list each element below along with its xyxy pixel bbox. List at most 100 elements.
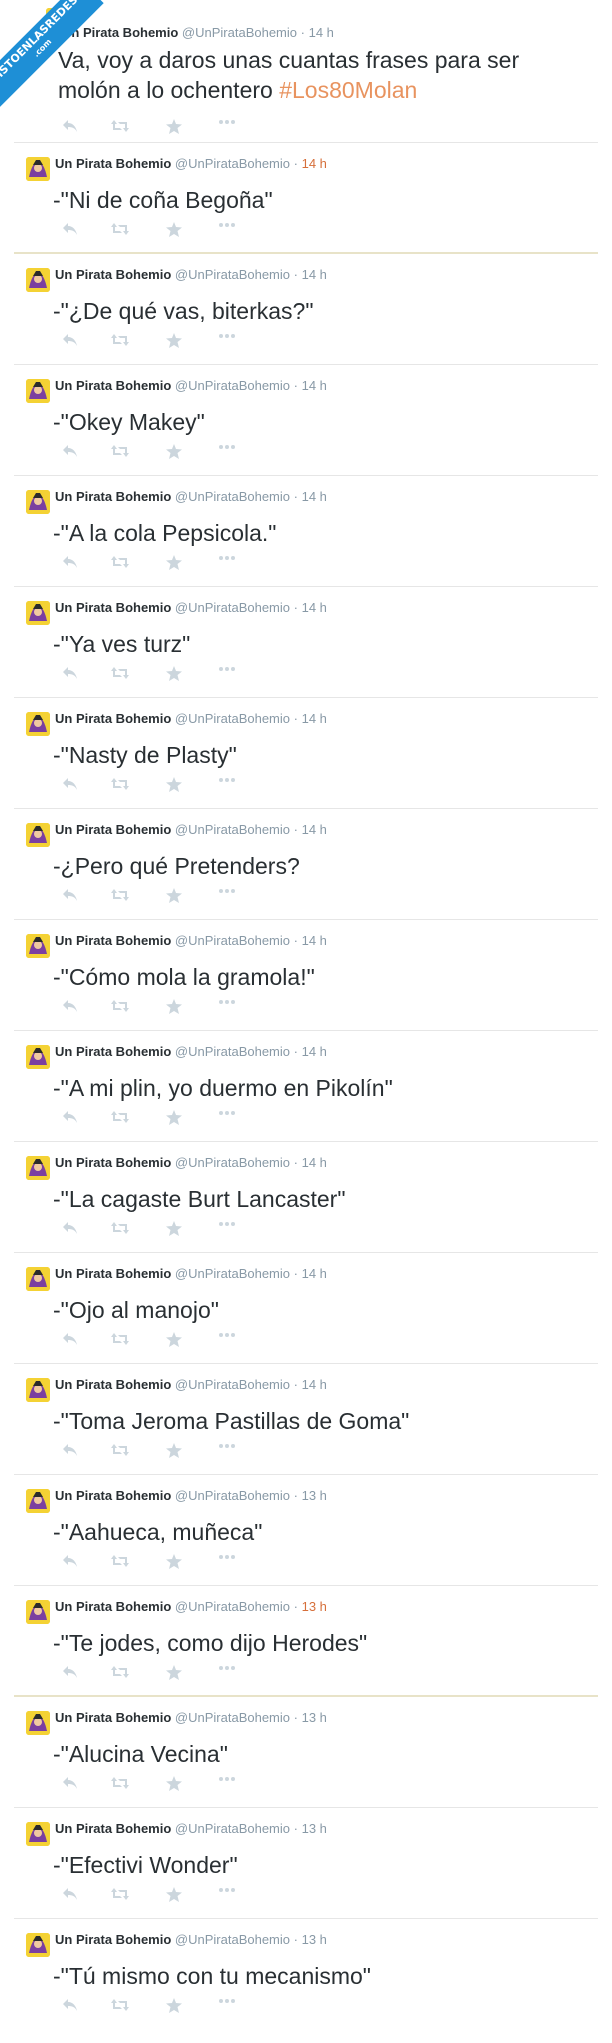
favorite-icon[interactable] bbox=[166, 888, 182, 903]
retweet-icon[interactable] bbox=[110, 222, 130, 236]
favorite-icon[interactable] bbox=[166, 1221, 182, 1236]
more-icon[interactable] bbox=[218, 1110, 236, 1116]
tweet[interactable]: Un Pirata Bohemio @UnPirataBohemio · 14 … bbox=[14, 698, 598, 809]
avatar[interactable] bbox=[26, 934, 50, 958]
timestamp[interactable]: 13 h bbox=[302, 1599, 327, 1614]
more-icon[interactable] bbox=[218, 444, 236, 450]
author-handle[interactable]: @UnPirataBohemio bbox=[175, 1710, 290, 1725]
author-name[interactable]: Un Pirata Bohemio bbox=[55, 267, 171, 282]
author-handle[interactable]: @UnPirataBohemio bbox=[175, 933, 290, 948]
timestamp[interactable]: 14 h bbox=[302, 933, 327, 948]
favorite-icon[interactable] bbox=[166, 333, 182, 348]
reply-icon[interactable] bbox=[62, 222, 78, 236]
author-name[interactable]: Un Pirata Bohemio bbox=[55, 933, 171, 948]
reply-icon[interactable] bbox=[62, 555, 78, 569]
timestamp[interactable]: 14 h bbox=[302, 711, 327, 726]
author-handle[interactable]: @UnPirataBohemio bbox=[175, 1266, 290, 1281]
tweet[interactable]: Un Pirata Bohemio @UnPirataBohemio · 14 … bbox=[14, 0, 598, 143]
more-icon[interactable] bbox=[218, 999, 236, 1005]
more-icon[interactable] bbox=[218, 1332, 236, 1338]
author-handle[interactable]: @UnPirataBohemio bbox=[175, 1488, 290, 1503]
author-handle[interactable]: @UnPirataBohemio bbox=[175, 1044, 290, 1059]
reply-icon[interactable] bbox=[62, 777, 78, 791]
retweet-icon[interactable] bbox=[110, 1110, 130, 1124]
author-name[interactable]: Un Pirata Bohemio bbox=[55, 1488, 171, 1503]
retweet-icon[interactable] bbox=[110, 119, 130, 133]
avatar[interactable] bbox=[26, 1600, 50, 1624]
tweet[interactable]: Un Pirata Bohemio @UnPirataBohemio · 14 … bbox=[14, 143, 598, 254]
more-icon[interactable] bbox=[218, 1554, 236, 1560]
author-handle[interactable]: @UnPirataBohemio bbox=[175, 1821, 290, 1836]
more-icon[interactable] bbox=[218, 1887, 236, 1893]
tweet[interactable]: Un Pirata Bohemio @UnPirataBohemio · 13 … bbox=[14, 1697, 598, 1808]
avatar[interactable] bbox=[26, 490, 50, 514]
author-name[interactable]: Un Pirata Bohemio bbox=[55, 1266, 171, 1281]
author-name[interactable]: Un Pirata Bohemio bbox=[55, 1377, 171, 1392]
favorite-icon[interactable] bbox=[166, 1776, 182, 1791]
more-icon[interactable] bbox=[218, 333, 236, 339]
tweet[interactable]: Un Pirata Bohemio @UnPirataBohemio · 14 … bbox=[14, 920, 598, 1031]
author-name[interactable]: Un Pirata Bohemio bbox=[55, 1932, 171, 1947]
retweet-icon[interactable] bbox=[110, 1887, 130, 1901]
reply-icon[interactable] bbox=[62, 888, 78, 902]
author-handle[interactable]: @UnPirataBohemio bbox=[175, 489, 290, 504]
hashtag-link[interactable]: #Los80Molan bbox=[279, 77, 417, 103]
reply-icon[interactable] bbox=[62, 119, 78, 133]
retweet-icon[interactable] bbox=[110, 999, 130, 1013]
author-name[interactable]: Un Pirata Bohemio bbox=[55, 489, 171, 504]
favorite-icon[interactable] bbox=[166, 555, 182, 570]
more-icon[interactable] bbox=[218, 777, 236, 783]
more-icon[interactable] bbox=[218, 555, 236, 561]
more-icon[interactable] bbox=[218, 888, 236, 894]
reply-icon[interactable] bbox=[62, 1776, 78, 1790]
favorite-icon[interactable] bbox=[166, 1665, 182, 1680]
reply-icon[interactable] bbox=[62, 1665, 78, 1679]
avatar[interactable] bbox=[26, 601, 50, 625]
reply-icon[interactable] bbox=[62, 999, 78, 1013]
timestamp[interactable]: 14 h bbox=[302, 822, 327, 837]
author-name[interactable]: Un Pirata Bohemio bbox=[55, 156, 171, 171]
retweet-icon[interactable] bbox=[110, 1443, 130, 1457]
more-icon[interactable] bbox=[218, 222, 236, 228]
timestamp[interactable]: 13 h bbox=[302, 1488, 327, 1503]
retweet-icon[interactable] bbox=[110, 1221, 130, 1235]
more-icon[interactable] bbox=[218, 1443, 236, 1449]
favorite-icon[interactable] bbox=[166, 1110, 182, 1125]
reply-icon[interactable] bbox=[62, 1110, 78, 1124]
more-icon[interactable] bbox=[218, 1665, 236, 1671]
favorite-icon[interactable] bbox=[166, 1443, 182, 1458]
retweet-icon[interactable] bbox=[110, 1665, 130, 1679]
avatar[interactable] bbox=[26, 1378, 50, 1402]
reply-icon[interactable] bbox=[62, 1332, 78, 1346]
timestamp[interactable]: 14 h bbox=[302, 378, 327, 393]
author-name[interactable]: Un Pirata Bohemio bbox=[55, 1821, 171, 1836]
avatar[interactable] bbox=[26, 1267, 50, 1291]
favorite-icon[interactable] bbox=[166, 444, 182, 459]
author-handle[interactable]: @UnPirataBohemio bbox=[175, 1155, 290, 1170]
tweet[interactable]: Un Pirata Bohemio @UnPirataBohemio · 14 … bbox=[14, 1031, 598, 1142]
tweet[interactable]: Un Pirata Bohemio @UnPirataBohemio · 14 … bbox=[14, 1142, 598, 1253]
retweet-icon[interactable] bbox=[110, 888, 130, 902]
avatar[interactable] bbox=[26, 712, 50, 736]
favorite-icon[interactable] bbox=[166, 1554, 182, 1569]
avatar[interactable] bbox=[26, 1156, 50, 1180]
author-name[interactable]: Un Pirata Bohemio bbox=[55, 822, 171, 837]
avatar[interactable] bbox=[26, 379, 50, 403]
favorite-icon[interactable] bbox=[166, 666, 182, 681]
retweet-icon[interactable] bbox=[110, 1554, 130, 1568]
author-handle[interactable]: @UnPirataBohemio bbox=[175, 1377, 290, 1392]
tweet[interactable]: Un Pirata Bohemio @UnPirataBohemio · 14 … bbox=[14, 1364, 598, 1475]
author-handle[interactable]: @UnPirataBohemio bbox=[182, 25, 297, 40]
author-handle[interactable]: @UnPirataBohemio bbox=[175, 1599, 290, 1614]
timestamp[interactable]: 14 h bbox=[302, 1377, 327, 1392]
more-icon[interactable] bbox=[218, 1776, 236, 1782]
tweet[interactable]: Un Pirata Bohemio @UnPirataBohemio · 14 … bbox=[14, 365, 598, 476]
timestamp[interactable]: 14 h bbox=[302, 1266, 327, 1281]
more-icon[interactable] bbox=[218, 666, 236, 672]
tweet[interactable]: Un Pirata Bohemio @UnPirataBohemio · 14 … bbox=[14, 1253, 598, 1364]
author-handle[interactable]: @UnPirataBohemio bbox=[175, 267, 290, 282]
author-name[interactable]: Un Pirata Bohemio bbox=[55, 600, 171, 615]
author-handle[interactable]: @UnPirataBohemio bbox=[175, 600, 290, 615]
more-icon[interactable] bbox=[218, 119, 236, 125]
timestamp[interactable]: 14 h bbox=[302, 156, 327, 171]
